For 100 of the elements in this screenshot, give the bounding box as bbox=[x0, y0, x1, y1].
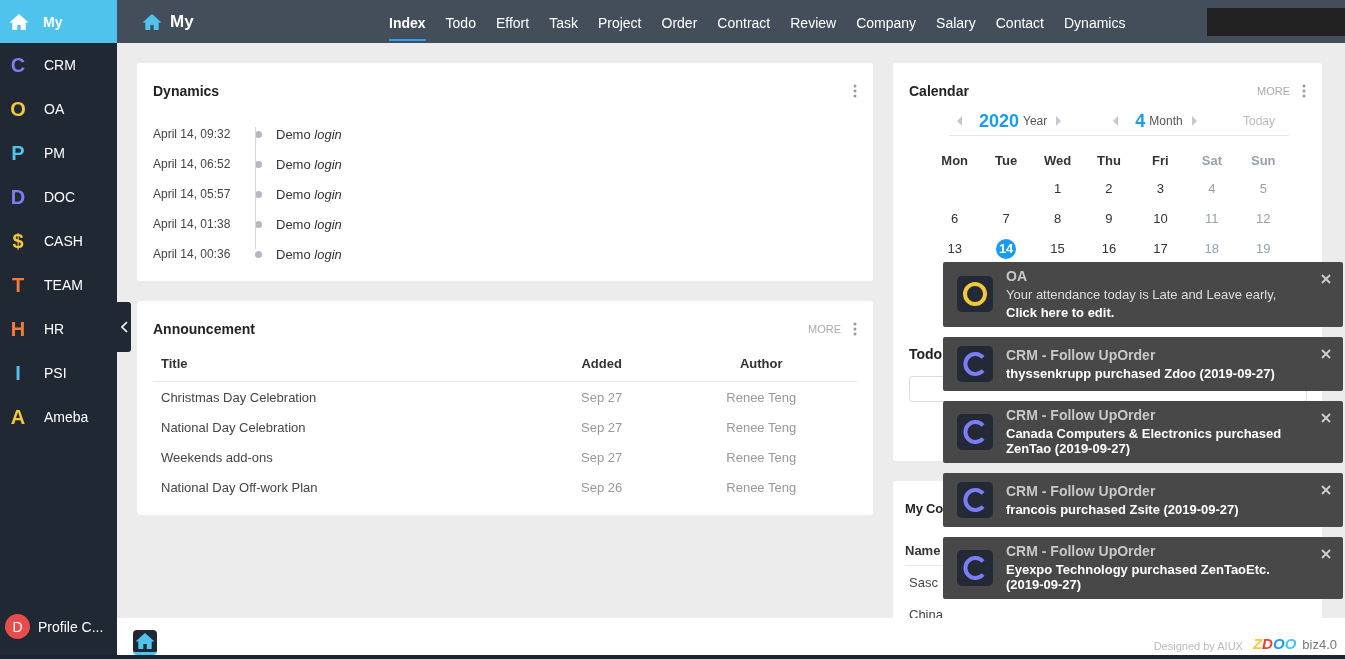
close-icon[interactable] bbox=[1321, 413, 1331, 423]
notification-toast[interactable]: CRM - Follow UpOrder francois purchased Zsite (2019-09-27) bbox=[943, 473, 1343, 527]
table-cell-text: Renee Teng bbox=[725, 418, 798, 437]
nav-tab[interactable]: Contract bbox=[717, 2, 771, 41]
timeline-dot bbox=[255, 130, 262, 138]
profile-menu[interactable]: D Profile C... bbox=[0, 614, 117, 655]
table-cell-text: Renee Teng bbox=[725, 448, 798, 467]
nav-tab[interactable]: Dynamics bbox=[1064, 2, 1126, 41]
notification-title: CRM - Follow UpOrder bbox=[1006, 482, 1157, 499]
calendar-day[interactable]: 15 bbox=[1047, 239, 1068, 259]
month-value: 4 bbox=[1135, 110, 1146, 132]
nav-tab[interactable]: Todo bbox=[445, 2, 476, 41]
app-letter-icon: T bbox=[10, 273, 26, 297]
close-icon[interactable] bbox=[1321, 349, 1331, 359]
nav-tab[interactable]: Order bbox=[661, 2, 698, 41]
column-header: Name bbox=[905, 542, 941, 558]
weekday-label: Sat bbox=[1201, 153, 1222, 168]
page-title: My bbox=[170, 11, 194, 32]
notification-toast[interactable]: OA Your attendance today is Late and Leave early, Click here to edit. bbox=[943, 262, 1343, 327]
more-options-icon[interactable] bbox=[853, 322, 857, 336]
calendar-day[interactable]: 2 bbox=[1099, 179, 1119, 199]
app-letter-icon: $ bbox=[10, 229, 26, 253]
card-title: Dynamics bbox=[153, 83, 220, 99]
calendar-day[interactable]: 10 bbox=[1150, 209, 1171, 229]
nav-tab[interactable]: Review bbox=[790, 2, 837, 41]
nav-tab[interactable]: Effort bbox=[495, 2, 530, 41]
table-cell[interactable]: National Day Off-work Plan bbox=[153, 472, 538, 502]
collapse-handle[interactable] bbox=[117, 302, 131, 352]
c-app-icon bbox=[957, 549, 993, 586]
table-cell[interactable]: Christmas Day Celebration bbox=[153, 381, 538, 412]
calendar-day[interactable]: 13 bbox=[944, 239, 965, 259]
sidebar-item[interactable]: H HR bbox=[0, 307, 117, 351]
more-options-icon[interactable] bbox=[1302, 84, 1306, 98]
sidebar-item[interactable]: C CRM bbox=[0, 43, 117, 87]
calendar-day[interactable]: 17 bbox=[1150, 239, 1171, 259]
timestamp: April 14, 00:36 bbox=[153, 247, 232, 261]
nav-tab[interactable]: Task bbox=[549, 2, 578, 41]
edit-link[interactable]: Click here to edit. bbox=[1006, 305, 1277, 320]
calendar-day[interactable]: 8 bbox=[1047, 209, 1068, 229]
sidebar-item[interactable]: P PM bbox=[0, 131, 117, 175]
column-header: Title bbox=[153, 345, 538, 382]
notification-message: Eyexpo Technology purchased ZenTaoEtc. (2019-09-27) bbox=[1006, 562, 1271, 592]
version-text: biz4.0 bbox=[1302, 637, 1337, 652]
home-icon bbox=[135, 632, 155, 650]
table-cell: Sep 27 bbox=[537, 381, 666, 412]
calendar-day[interactable]: 3 bbox=[1150, 179, 1171, 199]
sidebar-item[interactable]: $ CASH bbox=[0, 219, 117, 263]
notification-title: CRM - Follow UpOrder bbox=[1006, 543, 1157, 559]
sidebar-item[interactable]: I PSI bbox=[0, 351, 117, 395]
notification-title: CRM - Follow UpOrder bbox=[1006, 407, 1157, 423]
table-cell: Sasc bbox=[909, 574, 938, 590]
month-label: Month bbox=[1149, 114, 1183, 128]
close-icon[interactable] bbox=[1321, 274, 1331, 284]
ring-app-icon bbox=[957, 276, 993, 312]
credit-text: Designed by AIUX bbox=[1153, 640, 1243, 652]
timeline-dot bbox=[255, 250, 262, 258]
notification-toast[interactable]: CRM - Follow UpOrder Canada Computers & Electronics purchased ZenTao (2019-09-27) bbox=[943, 401, 1343, 463]
calendar-day[interactable]: 9 bbox=[1099, 209, 1119, 229]
calendar-day[interactable]: 7 bbox=[996, 209, 1017, 229]
activity-text: Demo login bbox=[276, 156, 342, 172]
table-cell-text: Sep 27 bbox=[580, 448, 624, 467]
close-icon[interactable] bbox=[1321, 485, 1331, 495]
notification-toast[interactable]: CRM - Follow UpOrder Eyexpo Technology purchased ZenTaoEtc. (2019-09-27) bbox=[943, 537, 1343, 599]
year-label: Year bbox=[1023, 114, 1048, 128]
nav-tab[interactable]: Salary bbox=[936, 2, 976, 41]
home-icon bbox=[142, 12, 162, 31]
table-cell[interactable]: National Day Celebration bbox=[153, 412, 538, 442]
card-title: Calendar bbox=[909, 83, 969, 99]
table-cell: Renee Teng bbox=[665, 381, 857, 412]
sidebar-item[interactable]: A Ameba bbox=[0, 395, 117, 439]
calendar-day[interactable]: 6 bbox=[944, 209, 965, 229]
timestamp: April 14, 06:52 bbox=[153, 157, 232, 171]
nav-tab[interactable]: Company bbox=[856, 2, 917, 41]
sidebar-item[interactable]: T TEAM bbox=[0, 263, 117, 307]
section-title: Todo bbox=[909, 346, 943, 364]
notification-toast[interactable]: CRM - Follow UpOrder thyssenkrupp purchased Zdoo (2019-09-27) bbox=[943, 337, 1343, 391]
notification-message: Your attendance today is Late and Leave early, bbox=[1006, 287, 1277, 302]
weekday-label: Wed bbox=[1043, 153, 1072, 168]
notification-message: francois purchased Zsite (2019-09-27) bbox=[1006, 501, 1239, 517]
home-app-button[interactable] bbox=[133, 630, 157, 655]
home-icon bbox=[9, 12, 29, 31]
table-cell[interactable]: Weekends add-ons bbox=[153, 442, 538, 472]
calendar-day[interactable]: 1 bbox=[1047, 179, 1068, 199]
card-title: Announcement bbox=[153, 321, 255, 337]
timeline-dot bbox=[255, 190, 262, 198]
nav-tab[interactable]: Contact bbox=[995, 2, 1044, 41]
c-app-icon bbox=[957, 481, 993, 518]
sidebar-item[interactable]: O OA bbox=[0, 87, 117, 131]
nav-tab[interactable]: Project bbox=[597, 2, 642, 41]
nav-tab[interactable]: Index bbox=[389, 2, 426, 41]
notification-title: CRM - Follow UpOrder bbox=[1006, 346, 1157, 363]
year-value: 2020 bbox=[979, 110, 1020, 132]
activity-text: Demo login bbox=[276, 246, 342, 262]
calendar-day[interactable]: 16 bbox=[1099, 239, 1119, 259]
close-icon[interactable] bbox=[1321, 549, 1331, 559]
chevron-left-icon bbox=[120, 321, 128, 333]
app-letter-icon: I bbox=[10, 361, 26, 385]
more-options-icon[interactable] bbox=[853, 84, 857, 98]
timestamp: April 14, 05:57 bbox=[153, 187, 232, 201]
sidebar-item[interactable]: D DOC bbox=[0, 175, 117, 219]
